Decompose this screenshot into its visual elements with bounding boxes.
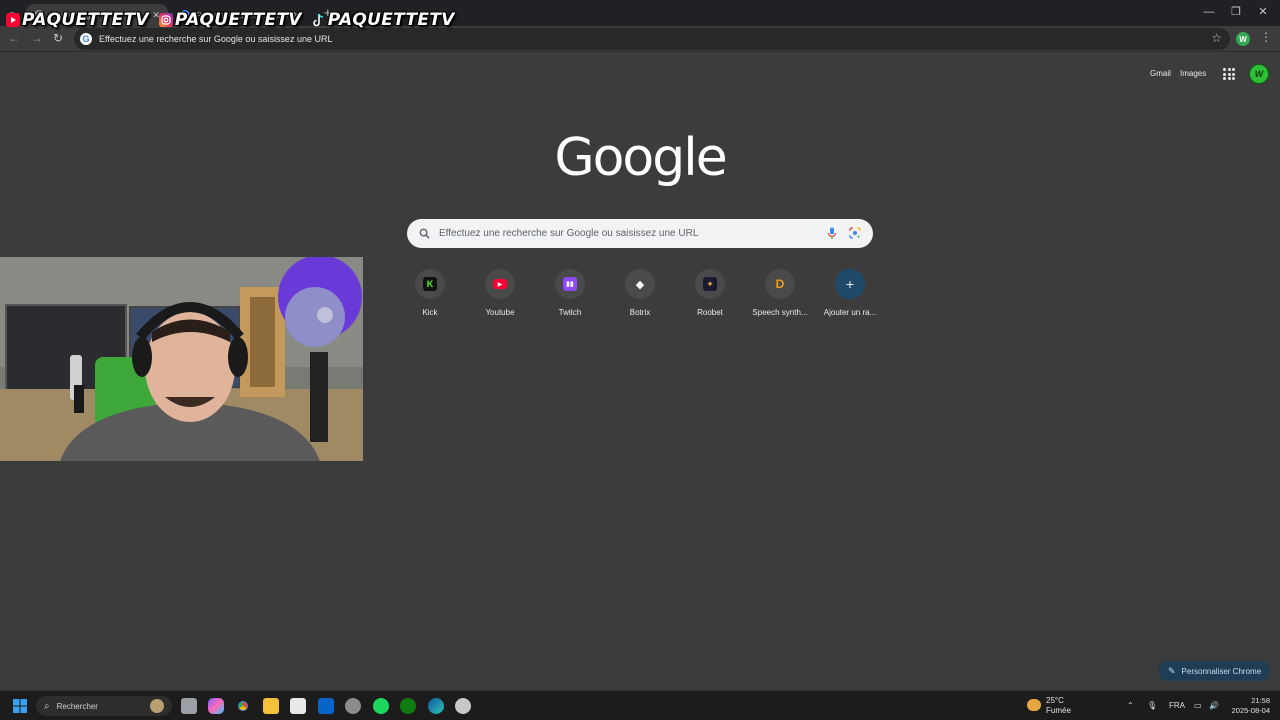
images-link[interactable]: Images [1180,69,1206,78]
shortcut-tile: K [415,269,445,299]
restore-button[interactable]: ❐ [1223,3,1249,21]
webcam-overlay [0,257,363,461]
gmail-link[interactable]: Gmail [1150,69,1171,78]
shortcut-label: Ajouter un ra... [823,308,877,317]
search-icon [419,228,430,239]
weather-widget[interactable]: 25°C Fumée [1046,696,1071,716]
youtube-icon [6,13,20,27]
weather-temp: 25°C [1046,696,1064,705]
shortcut-tile: ▶ [485,269,515,299]
clock-time: 21:58 [1251,696,1270,705]
shortcut-twitch[interactable]: ▮▮ Twitch [535,269,605,317]
bookmark-star-icon[interactable]: ☆ [1211,31,1222,45]
speech-icon: D [775,277,785,291]
minimize-button[interactable]: — [1196,3,1222,21]
shortcut-tile: D [765,269,795,299]
shortcut-label: Twitch [558,308,582,317]
outlook-icon[interactable] [318,698,334,714]
instagram-icon [158,13,173,27]
search-icon: ⌕ [44,700,50,712]
shortcut-label: Youtube [485,308,515,317]
google-logo: Google [554,128,727,188]
taskbar-search-box[interactable]: ⌕ Rechercher [36,696,172,716]
settings-gear-icon[interactable] [345,698,361,714]
stream-overlay-banner: PAQUETTETV PAQUETTETV PAQUETTETV [6,8,455,32]
webcam-feed-image [0,257,363,461]
system-clock[interactable]: 21:58 2025-08-04 [1228,696,1270,716]
tiktok-icon [312,13,326,27]
google-lens-icon[interactable] [849,227,861,239]
shortcut-youtube[interactable]: ▶ Youtube [465,269,535,317]
search-highlight-icon [150,699,164,713]
shortcut-add[interactable]: + Ajouter un ra... [815,269,885,317]
botrix-icon: ◆ [635,278,645,291]
search-input[interactable]: Effectuez une recherche sur Google ou sa… [439,228,698,239]
add-shortcut-icon: + [845,276,855,292]
google-g-icon: G [80,33,92,45]
customize-chrome-button[interactable]: ✎ Personnaliser Chrome [1158,661,1270,681]
clock-date: 2025-08-04 [1231,706,1270,715]
youtube-icon: ▶ [493,279,507,289]
overlay-handle: PAQUETTETV [327,10,455,30]
windows-start-icon[interactable] [12,698,28,714]
shortcut-tile: ▮▮ [555,269,585,299]
weather-condition: Fumée [1046,706,1071,715]
weather-smoke-icon [1027,699,1041,711]
google-apps-grid-icon[interactable] [1223,68,1235,80]
chrome-taskbar-icon[interactable] [235,698,251,714]
shortcut-label: Roobet [697,308,723,317]
copilot-icon[interactable] [208,698,224,714]
shortcut-speech-synth[interactable]: D Speech synth... [745,269,815,317]
language-indicator[interactable]: FRA [1169,701,1185,710]
file-explorer-icon[interactable] [263,698,279,714]
xbox-icon[interactable] [400,698,416,714]
reload-icon[interactable]: ↻ [53,31,63,45]
pencil-icon: ✎ [1168,665,1176,676]
shortcut-tile: ◆ [625,269,655,299]
task-view-icon[interactable] [181,698,197,714]
shortcut-label: Speech synth... [752,308,808,317]
forward-arrow-icon[interactable]: → [31,31,43,45]
shortcut-kick[interactable]: K Kick [395,269,465,317]
close-window-button[interactable]: ✕ [1250,3,1276,21]
overlay-instagram: PAQUETTETV [158,10,302,30]
tray-chevron-up-icon[interactable]: ⌃ [1127,701,1134,710]
shortcut-label: Kick [422,308,438,317]
roobet-icon: ✦ [703,277,717,291]
obs-icon[interactable] [455,698,471,714]
back-arrow-icon[interactable]: ← [8,31,20,45]
voice-search-mic-icon[interactable] [827,227,837,240]
network-icon[interactable]: ▭ [1194,701,1202,710]
overlay-youtube: PAQUETTETV [6,10,149,30]
overlay-handle: PAQUETTETV [22,10,149,30]
twitch-icon: ▮▮ [563,277,577,291]
edge-icon[interactable] [428,698,444,714]
shortcut-tile: ✦ [695,269,725,299]
customize-label: Personnaliser Chrome [1181,666,1262,676]
shortcut-label: Botrix [629,308,651,317]
overlay-tiktok: PAQUETTETV [312,10,455,30]
microphone-icon[interactable]: 🎙 [1147,701,1157,710]
search-box[interactable]: Effectuez une recherche sur Google ou sa… [407,219,873,248]
kick-icon: K [423,277,437,291]
shortcut-tile: + [835,269,865,299]
profile-avatar-small[interactable]: W [1236,32,1250,46]
windows-taskbar: ⌕ Rechercher 25°C Fumée ⌃ 🎙 FRA ▭ 🔊 21:5… [0,690,1280,720]
overlay-handle: PAQUETTETV [174,10,302,30]
address-bar-placeholder: Effectuez une recherche sur Google ou sa… [99,34,333,44]
volume-icon[interactable]: 🔊 [1209,701,1219,710]
menu-kebab-icon[interactable]: ⋮ [1260,30,1272,44]
taskbar-search-label: Rechercher [56,701,98,711]
shortcut-botrix[interactable]: ◆ Botrix [605,269,675,317]
account-avatar[interactable]: W [1249,64,1269,84]
microsoft-store-icon[interactable] [290,698,306,714]
spotify-icon[interactable] [373,698,389,714]
shortcut-roobet[interactable]: ✦ Roobet [675,269,745,317]
